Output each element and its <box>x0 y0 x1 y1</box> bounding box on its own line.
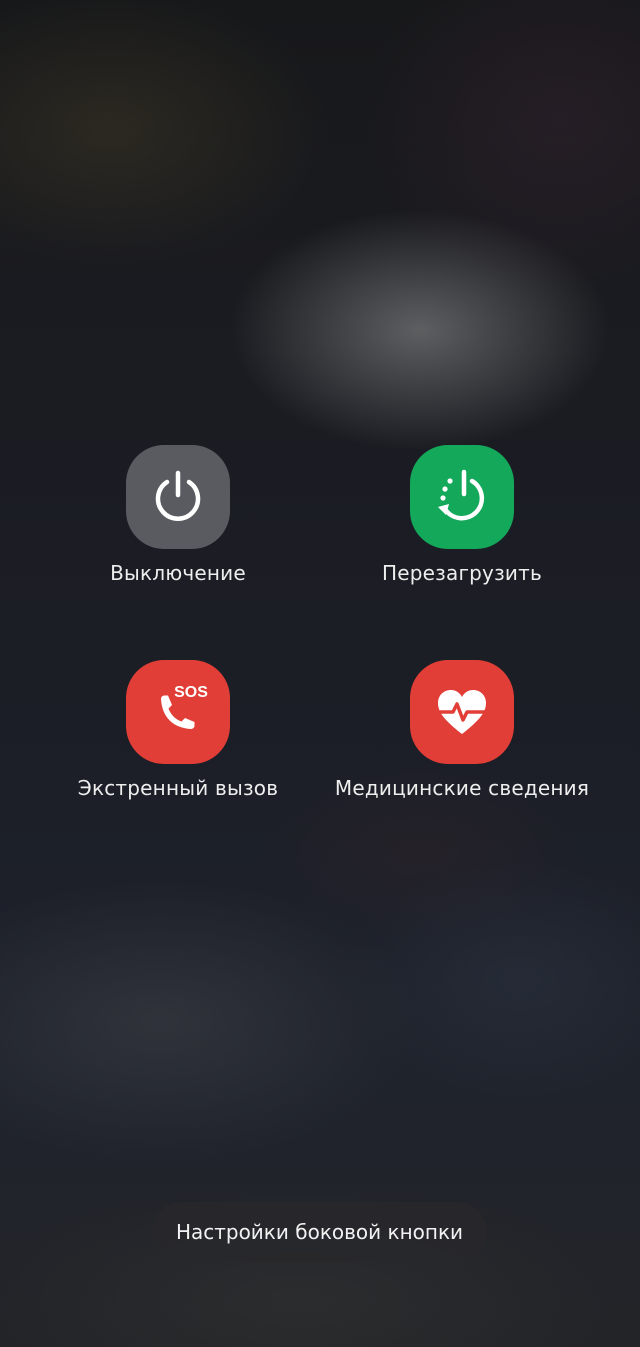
medical-info-button[interactable]: Медицинские сведения <box>312 660 612 800</box>
restart-icon <box>410 445 514 549</box>
restart-label: Перезагрузить <box>382 561 542 585</box>
emergency-call-label: Экстренный вызов <box>77 776 279 800</box>
power-off-button[interactable]: Выключение <box>28 445 328 585</box>
heart-pulse-icon <box>410 660 514 764</box>
power-menu: Выключение Перезагрузить SOS Экстренный … <box>0 0 640 1347</box>
sos-call-icon: SOS <box>126 660 230 764</box>
side-key-settings-button[interactable]: Настройки боковой кнопки <box>152 1202 487 1262</box>
power-icon <box>126 445 230 549</box>
power-off-label: Выключение <box>110 561 246 585</box>
restart-button[interactable]: Перезагрузить <box>312 445 612 585</box>
emergency-call-button[interactable]: SOS Экстренный вызов <box>28 660 328 800</box>
sos-icon-text: SOS <box>174 684 208 701</box>
medical-info-label: Медицинские сведения <box>334 776 590 800</box>
